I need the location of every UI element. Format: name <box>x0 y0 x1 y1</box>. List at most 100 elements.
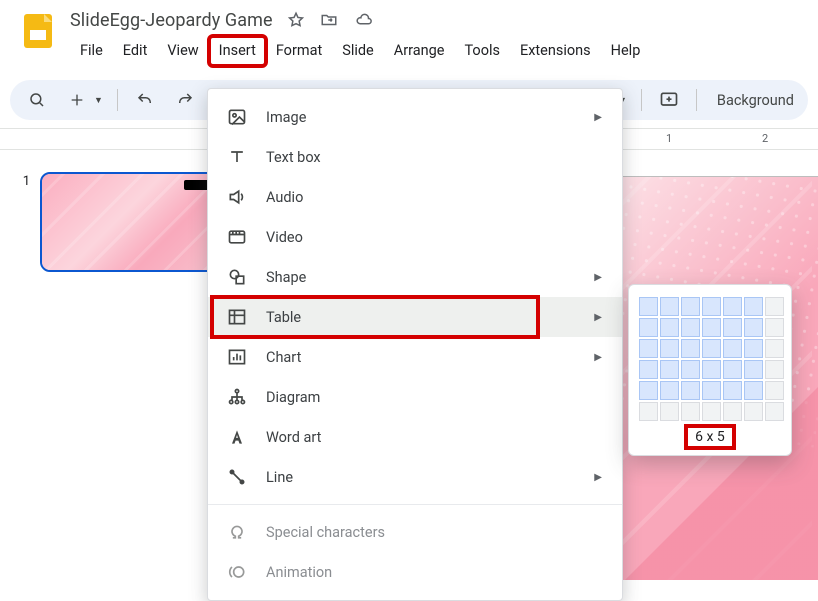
menu-item-label: Animation <box>266 564 332 581</box>
submenu-arrow-icon: ▶ <box>594 312 602 323</box>
table-picker-cell[interactable] <box>660 297 679 316</box>
table-picker-cell[interactable] <box>702 402 721 421</box>
menu-insert[interactable]: Insert <box>209 36 266 66</box>
video-icon <box>226 227 248 247</box>
menu-view[interactable]: View <box>157 36 208 66</box>
toolbar-divider <box>641 89 642 111</box>
table-picker-cell[interactable] <box>744 381 763 400</box>
redo-button[interactable] <box>168 83 202 117</box>
table-picker-cell[interactable] <box>723 339 742 358</box>
table-picker-cell[interactable] <box>765 318 784 337</box>
toolbar-divider <box>117 89 118 111</box>
table-picker-cell[interactable] <box>681 318 700 337</box>
table-picker-cell[interactable] <box>639 297 658 316</box>
menu-item-label: Chart <box>266 349 301 366</box>
table-picker-cell[interactable] <box>660 381 679 400</box>
table-picker-cell[interactable] <box>723 402 742 421</box>
insert-menu-image[interactable]: Image ▶ <box>208 97 622 137</box>
insert-menu-special-chars[interactable]: Special characters <box>208 512 622 552</box>
insert-menu-chart[interactable]: Chart ▶ <box>208 337 622 377</box>
add-comment-button[interactable] <box>652 83 686 117</box>
insert-menu-video[interactable]: Video <box>208 217 622 257</box>
table-picker-cell[interactable] <box>765 360 784 379</box>
audio-icon <box>226 187 248 207</box>
table-picker-cell[interactable] <box>702 318 721 337</box>
new-slide-caret-icon[interactable]: ▼ <box>94 95 103 106</box>
table-picker-cell[interactable] <box>681 297 700 316</box>
table-picker-cell[interactable] <box>744 297 763 316</box>
table-picker-cell[interactable] <box>681 402 700 421</box>
table-picker-cell[interactable] <box>765 297 784 316</box>
insert-menu-textbox[interactable]: Text box <box>208 137 622 177</box>
undo-button[interactable] <box>128 83 162 117</box>
table-picker-cell[interactable] <box>744 318 763 337</box>
table-picker-cell[interactable] <box>660 360 679 379</box>
table-picker-cell[interactable] <box>639 360 658 379</box>
table-picker-cell[interactable] <box>765 402 784 421</box>
omega-icon <box>226 522 248 542</box>
word-art-icon <box>226 427 248 447</box>
star-icon[interactable] <box>287 11 305 29</box>
background-button[interactable]: Background <box>707 92 798 109</box>
menu-bar: File Edit View Insert Format Slide Arran… <box>70 36 806 66</box>
table-picker-cell[interactable] <box>639 402 658 421</box>
table-picker-cell[interactable] <box>702 381 721 400</box>
table-picker-cell[interactable] <box>639 381 658 400</box>
table-picker-cell[interactable] <box>723 360 742 379</box>
chart-icon <box>226 347 248 367</box>
menu-arrange[interactable]: Arrange <box>384 36 455 66</box>
table-picker-cell[interactable] <box>765 339 784 358</box>
table-picker-cell[interactable] <box>723 318 742 337</box>
insert-menu-animation[interactable]: Animation <box>208 552 622 592</box>
menu-separator <box>208 504 622 505</box>
menu-slide[interactable]: Slide <box>332 36 384 66</box>
table-picker-cell[interactable] <box>702 297 721 316</box>
table-picker-cell[interactable] <box>660 339 679 358</box>
line-icon <box>226 467 248 487</box>
document-title[interactable]: SlideEgg-Jeopardy Game <box>70 10 273 31</box>
table-picker-cell[interactable] <box>681 381 700 400</box>
table-picker-cell[interactable] <box>744 402 763 421</box>
menu-edit[interactable]: Edit <box>113 36 158 66</box>
table-picker-cell[interactable] <box>660 318 679 337</box>
menu-item-label: Diagram <box>266 389 320 406</box>
submenu-arrow-icon: ▶ <box>594 352 602 363</box>
table-picker-cell[interactable] <box>723 381 742 400</box>
move-to-folder-icon[interactable] <box>319 11 339 29</box>
slide-thumbnail-1[interactable] <box>40 172 218 272</box>
table-picker-cell[interactable] <box>744 360 763 379</box>
insert-menu-line[interactable]: Line ▶ <box>208 457 622 497</box>
new-slide-button[interactable] <box>60 83 94 117</box>
slide-number: 1 <box>0 172 40 580</box>
insert-menu-audio[interactable]: Audio <box>208 177 622 217</box>
table-picker-cell[interactable] <box>681 360 700 379</box>
menu-format[interactable]: Format <box>266 36 332 66</box>
table-picker-cell[interactable] <box>702 339 721 358</box>
insert-menu-shape[interactable]: Shape ▶ <box>208 257 622 297</box>
shape-icon <box>226 267 248 287</box>
insert-menu-wordart[interactable]: Word art <box>208 417 622 457</box>
menu-help[interactable]: Help <box>601 36 651 66</box>
annotation-highlight <box>212 297 538 337</box>
insert-menu-table[interactable]: Table ▶ <box>208 297 622 337</box>
table-picker-cell[interactable] <box>723 297 742 316</box>
slide-thumbnail-panel: 1 <box>0 150 232 580</box>
menu-extensions[interactable]: Extensions <box>510 36 601 66</box>
cloud-status-icon[interactable] <box>353 11 375 29</box>
app-logo <box>18 10 58 50</box>
table-picker-cell[interactable] <box>681 339 700 358</box>
table-picker-cell[interactable] <box>744 339 763 358</box>
menu-tools[interactable]: Tools <box>454 36 510 66</box>
menu-item-label: Shape <box>266 269 306 286</box>
table-picker-cell[interactable] <box>702 360 721 379</box>
table-picker-cell[interactable] <box>660 402 679 421</box>
table-picker-cell[interactable] <box>639 318 658 337</box>
menu-file[interactable]: File <box>70 36 113 66</box>
submenu-arrow-icon: ▶ <box>594 272 602 283</box>
table-picker-cell[interactable] <box>765 381 784 400</box>
search-menus-button[interactable] <box>20 83 54 117</box>
table-picker-cell[interactable] <box>639 339 658 358</box>
image-icon <box>226 107 248 127</box>
insert-menu-diagram[interactable]: Diagram <box>208 377 622 417</box>
menu-item-label: Audio <box>266 189 303 206</box>
